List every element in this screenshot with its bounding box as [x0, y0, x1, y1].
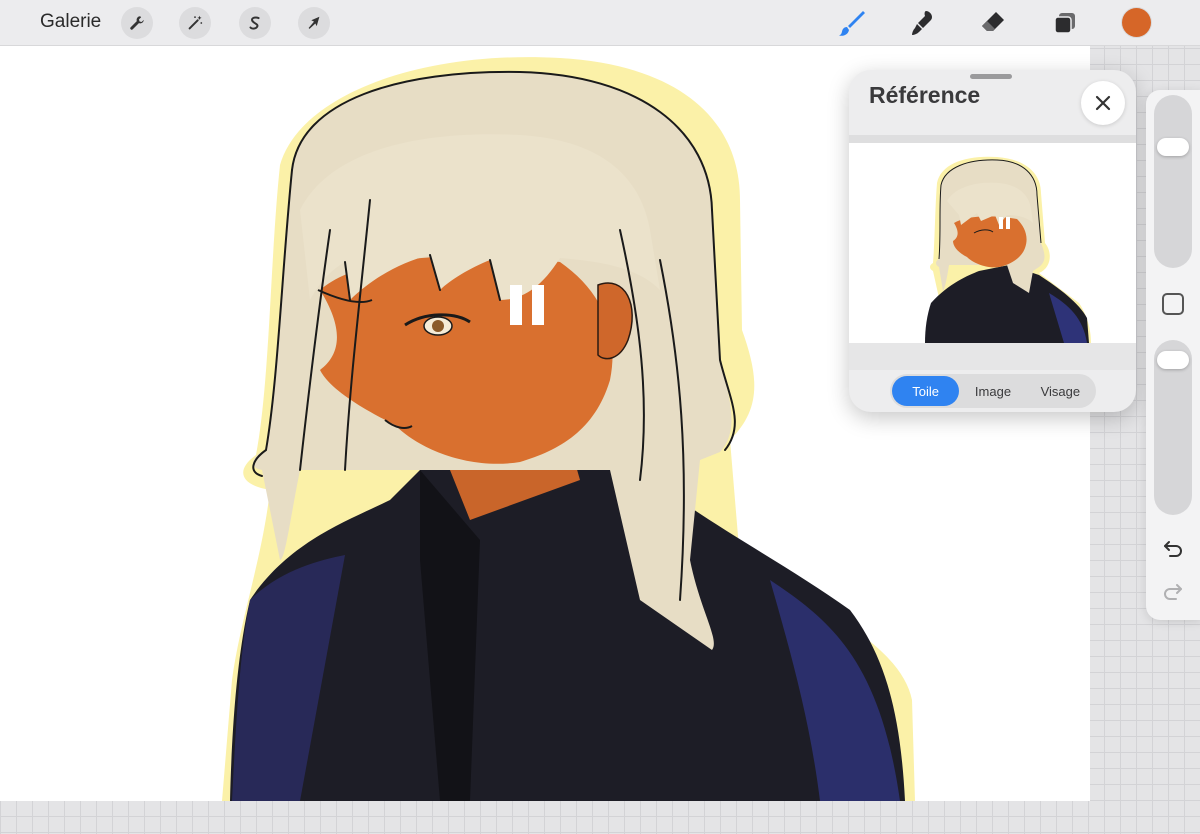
top-toolbar: Galerie — [0, 0, 1200, 46]
panel-drag-handle[interactable] — [970, 74, 1012, 79]
close-button[interactable] — [1081, 81, 1125, 125]
transform-arrow-icon — [308, 16, 320, 29]
selection-button[interactable] — [239, 7, 271, 39]
brush-button[interactable] — [836, 7, 868, 39]
smudge-button[interactable] — [907, 7, 939, 39]
modify-button[interactable] — [1162, 293, 1184, 315]
panel-divider — [849, 343, 1136, 370]
reference-title: Référence — [869, 82, 981, 108]
undo-button[interactable] — [1160, 537, 1186, 561]
color-picker-button[interactable] — [1122, 8, 1151, 37]
close-icon — [1095, 95, 1111, 111]
actions-button[interactable] — [121, 7, 153, 39]
eraser-icon — [982, 12, 1004, 31]
adjustments-button[interactable] — [179, 7, 211, 39]
magic-wand-icon — [188, 15, 203, 30]
brush-size-slider[interactable] — [1154, 95, 1192, 268]
reference-thumbnail — [925, 156, 1091, 343]
panel-divider — [849, 135, 1136, 143]
redo-button[interactable] — [1160, 580, 1186, 604]
transform-button[interactable] — [298, 7, 330, 39]
brush-icon — [839, 11, 865, 36]
sidebar — [1146, 90, 1200, 620]
layers-button[interactable] — [1049, 7, 1081, 39]
reference-panel: Référence Toile Image Visage — [849, 70, 1136, 412]
layers-icon — [1054, 13, 1075, 34]
gallery-button[interactable]: Galerie — [40, 11, 101, 33]
undo-icon — [1164, 541, 1182, 557]
eraser-button[interactable] — [977, 7, 1009, 39]
reference-preview[interactable] — [849, 143, 1136, 343]
tab-visage[interactable]: Visage — [1027, 376, 1094, 406]
opacity-thumb[interactable] — [1157, 350, 1189, 369]
tab-image[interactable]: Image — [959, 376, 1026, 406]
wrench-icon — [130, 16, 144, 30]
tab-toile[interactable]: Toile — [892, 376, 960, 406]
smudge-icon — [912, 11, 932, 35]
redo-icon — [1164, 584, 1182, 600]
reference-mode-selector: Toile Image Visage — [890, 374, 1096, 408]
brush-size-thumb[interactable] — [1157, 138, 1189, 157]
selection-icon — [249, 16, 260, 30]
opacity-slider[interactable] — [1154, 340, 1192, 515]
